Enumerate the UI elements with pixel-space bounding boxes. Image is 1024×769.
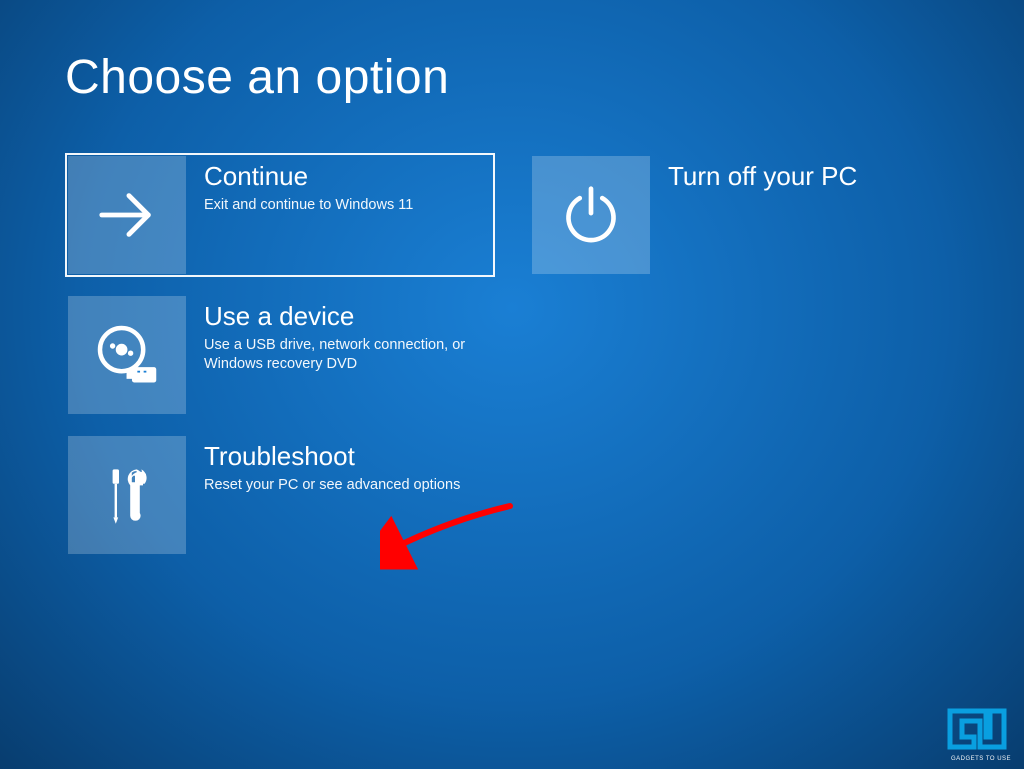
option-troubleshoot[interactable]: Troubleshoot Reset your PC or see advanc… — [65, 433, 520, 557]
disc-usb-icon — [68, 296, 186, 414]
options-grid: Continue Exit and continue to Windows 11… — [65, 153, 959, 557]
option-troubleshoot-desc: Reset your PC or see advanced options — [204, 476, 494, 496]
option-continue-desc: Exit and continue to Windows 11 — [204, 196, 492, 216]
option-continue-title: Continue — [204, 162, 492, 191]
option-use-device-title: Use a device — [204, 302, 517, 331]
option-turnoff-title: Turn off your PC — [668, 162, 956, 191]
svg-text:GADGETS TO USE: GADGETS TO USE — [951, 756, 1011, 762]
tools-icon — [68, 436, 186, 554]
option-use-device[interactable]: Use a device Use a USB drive, network co… — [65, 293, 520, 417]
power-icon — [532, 156, 650, 274]
option-turnoff[interactable]: Turn off your PC — [529, 153, 959, 277]
page-title: Choose an option — [65, 50, 959, 105]
watermark-logo: GADGETS TO USE — [946, 707, 1016, 763]
option-continue[interactable]: Continue Exit and continue to Windows 11 — [65, 153, 495, 277]
option-troubleshoot-title: Troubleshoot — [204, 442, 517, 471]
option-use-device-desc: Use a USB drive, network connection, or … — [204, 336, 494, 375]
arrow-right-icon — [68, 156, 186, 274]
